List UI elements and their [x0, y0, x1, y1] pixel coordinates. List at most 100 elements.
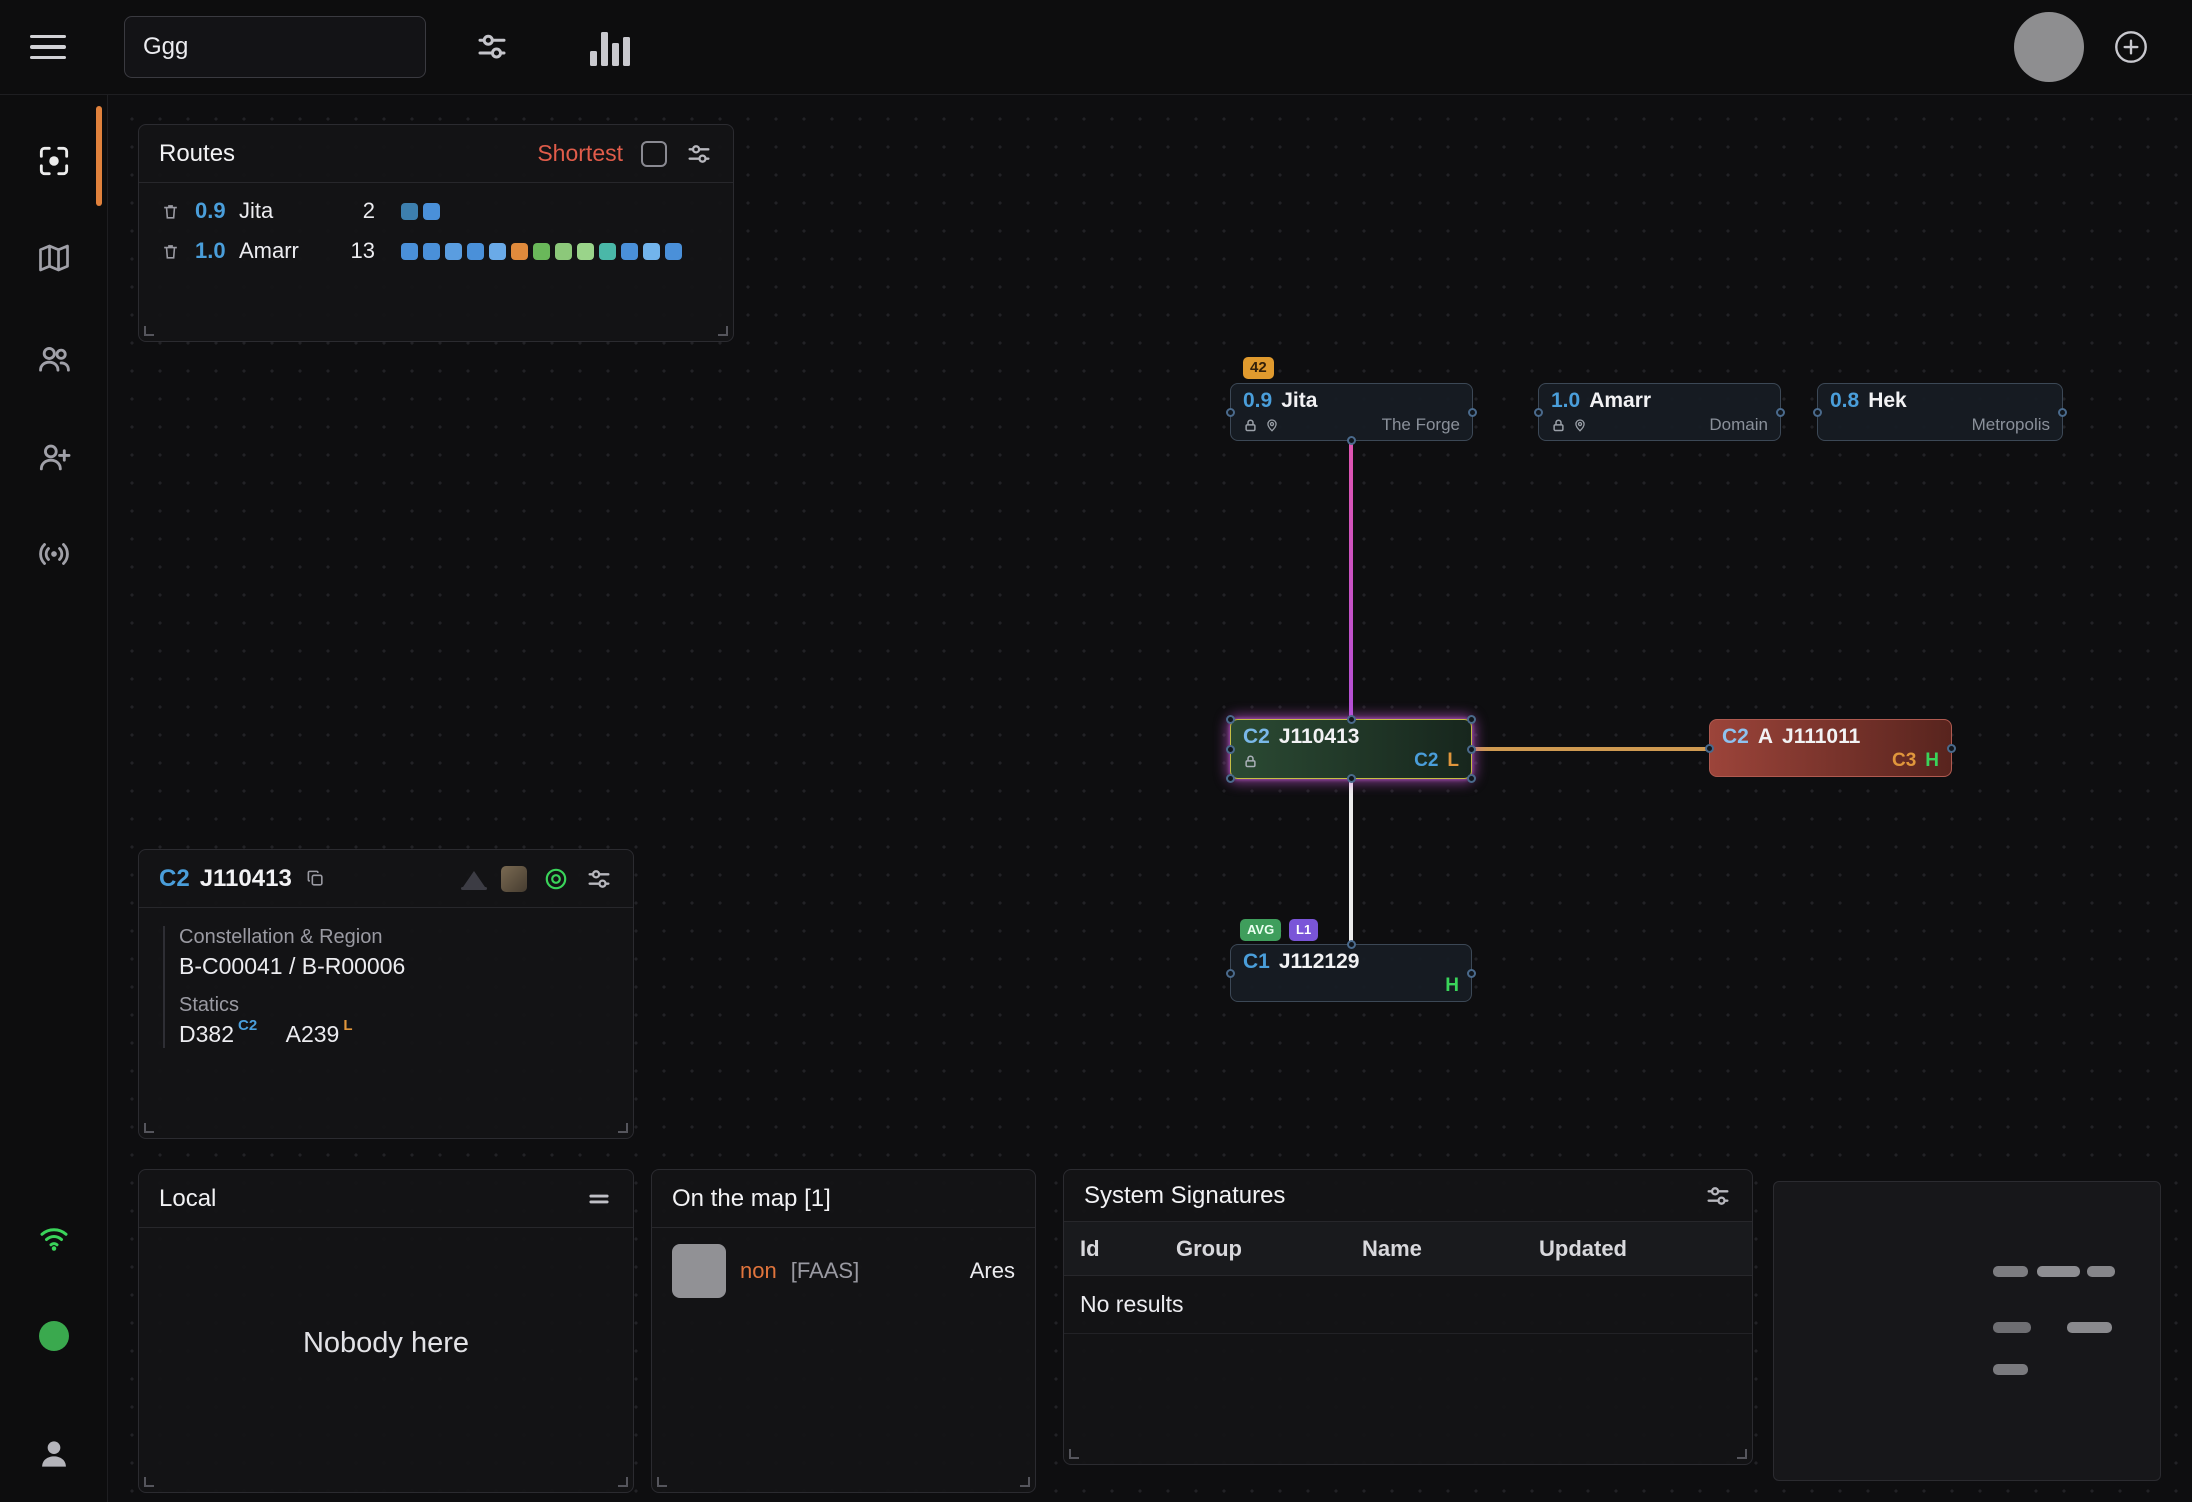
pilot-portrait: [672, 1244, 726, 1298]
resize-handle[interactable]: [144, 1123, 154, 1133]
connection-port[interactable]: [1467, 745, 1476, 754]
system-tag: A: [1758, 725, 1773, 749]
signatures-table-header: Id Group Name Updated: [1064, 1222, 1752, 1276]
connection-port[interactable]: [1226, 408, 1235, 417]
pilot-row[interactable]: non [FAAS] Ares: [652, 1228, 1035, 1314]
system-node-j111011[interactable]: C2 A J111011 C3 H: [1709, 719, 1952, 777]
connection-port[interactable]: [1947, 744, 1956, 753]
active-tab-indicator: [96, 106, 102, 206]
sidebar-item-broadcast[interactable]: [35, 535, 73, 578]
map-name-input[interactable]: [124, 16, 426, 78]
panel-title: Local: [159, 1185, 216, 1213]
route-row-jita[interactable]: 0.9 Jita 2: [139, 191, 733, 231]
minimap[interactable]: [1773, 1181, 2161, 1481]
wormhole-connection-jita-j110413[interactable]: [1349, 441, 1353, 719]
resize-handle[interactable]: [1737, 1449, 1747, 1459]
route-mode-checkbox[interactable]: [641, 141, 667, 167]
system-node-amarr[interactable]: 1.0 Amarr Domain: [1538, 383, 1781, 441]
user-icon[interactable]: [35, 1435, 73, 1478]
connection-port[interactable]: [1347, 940, 1356, 949]
system-name: J111011: [1782, 725, 1860, 749]
lock-icon: [1243, 418, 1258, 433]
route-segments: [401, 243, 682, 260]
connection-port[interactable]: [1226, 745, 1235, 754]
statics-label: Statics: [179, 994, 609, 1017]
routes-settings-icon[interactable]: [685, 140, 713, 168]
add-icon[interactable]: [2112, 28, 2150, 66]
system-name: Jita: [1281, 389, 1317, 413]
level-badge: L1: [1289, 919, 1318, 941]
route-jump-segment: [665, 243, 682, 260]
connection-port[interactable]: [1776, 408, 1785, 417]
connection-port[interactable]: [1468, 408, 1477, 417]
route-mode-toggle[interactable]: Shortest: [537, 140, 623, 167]
connection-port[interactable]: [1347, 436, 1356, 445]
menu-icon[interactable]: [30, 35, 66, 60]
column-header-updated[interactable]: Updated: [1523, 1236, 1752, 1262]
connection-port[interactable]: [1226, 969, 1235, 978]
avatar[interactable]: [2014, 12, 2084, 82]
sidebar-item-characters[interactable]: [35, 340, 73, 383]
copy-icon[interactable]: [306, 869, 325, 888]
system-node-j112129[interactable]: AVG L1 C1 J112129 H: [1230, 944, 1472, 1002]
resize-handle[interactable]: [144, 1477, 154, 1487]
system-name: J110413: [200, 865, 292, 893]
pin-icon: [1265, 418, 1279, 433]
panel-title: System Signatures: [1084, 1182, 1285, 1210]
local-panel: Local Nobody here: [138, 1169, 634, 1493]
stats-icon[interactable]: [590, 28, 630, 66]
sidebar-item-add-character[interactable]: [35, 438, 73, 481]
connection-port[interactable]: [1226, 774, 1235, 783]
column-header-group[interactable]: Group: [1160, 1236, 1346, 1262]
column-header-name[interactable]: Name: [1346, 1236, 1523, 1262]
connection-port[interactable]: [1705, 744, 1714, 753]
system-class: C1: [1243, 950, 1270, 974]
target-icon[interactable]: [543, 866, 569, 892]
resize-handle[interactable]: [618, 1477, 628, 1487]
connection-port[interactable]: [1813, 408, 1822, 417]
route-row-amarr[interactable]: 1.0 Amarr 13: [139, 231, 733, 271]
delete-route-icon[interactable]: [161, 202, 183, 221]
local-options-icon[interactable]: [585, 1185, 613, 1213]
minimap-node: [1993, 1266, 2028, 1277]
map-canvas[interactable]: 42 0.9 Jita The Forge 1.0 Amar: [108, 95, 2192, 1502]
route-jump-segment: [555, 243, 572, 260]
resize-handle[interactable]: [718, 326, 728, 336]
connection-port[interactable]: [1226, 715, 1235, 724]
resize-handle[interactable]: [1069, 1449, 1079, 1459]
delete-route-icon[interactable]: [161, 242, 183, 261]
sidebar: [0, 95, 108, 1502]
resize-handle[interactable]: [618, 1123, 628, 1133]
filters-icon[interactable]: [474, 29, 510, 65]
sidebar-item-maps[interactable]: [36, 240, 72, 281]
wormhole-connection-j110413-j111011[interactable]: [1472, 747, 1709, 751]
route-jump-segment: [423, 203, 440, 220]
connection-port[interactable]: [1467, 969, 1476, 978]
connection-port[interactable]: [1467, 774, 1476, 783]
resize-handle[interactable]: [144, 326, 154, 336]
system-class: C2: [159, 865, 190, 893]
structure-icon[interactable]: [463, 871, 485, 887]
system-image-thumbnail[interactable]: [501, 866, 527, 892]
route-jump-count: 2: [335, 198, 375, 224]
on-map-panel-header: On the map [1]: [652, 1170, 1035, 1228]
connection-port[interactable]: [1467, 715, 1476, 724]
system-node-j110413[interactable]: C2 J110413 C2 L: [1230, 719, 1472, 779]
connection-port[interactable]: [1534, 408, 1543, 417]
avg-badge: AVG: [1240, 919, 1281, 941]
topbar-right: [2014, 12, 2150, 82]
column-header-id[interactable]: Id: [1064, 1236, 1160, 1262]
connection-port[interactable]: [2058, 408, 2067, 417]
connection-port[interactable]: [1347, 774, 1356, 783]
pilot-name: non: [740, 1258, 777, 1284]
system-settings-icon[interactable]: [585, 865, 613, 893]
wormhole-connection-j110413-j112129[interactable]: [1349, 779, 1353, 944]
signatures-panel-header: System Signatures: [1064, 1170, 1752, 1222]
connection-port[interactable]: [1347, 715, 1356, 724]
resize-handle[interactable]: [1020, 1477, 1030, 1487]
system-node-jita[interactable]: 42 0.9 Jita The Forge: [1230, 383, 1473, 441]
resize-handle[interactable]: [657, 1477, 667, 1487]
system-node-hek[interactable]: 0.8 Hek Metropolis: [1817, 383, 2063, 441]
signatures-settings-icon[interactable]: [1704, 1182, 1732, 1210]
sidebar-item-tracking[interactable]: [35, 142, 73, 185]
